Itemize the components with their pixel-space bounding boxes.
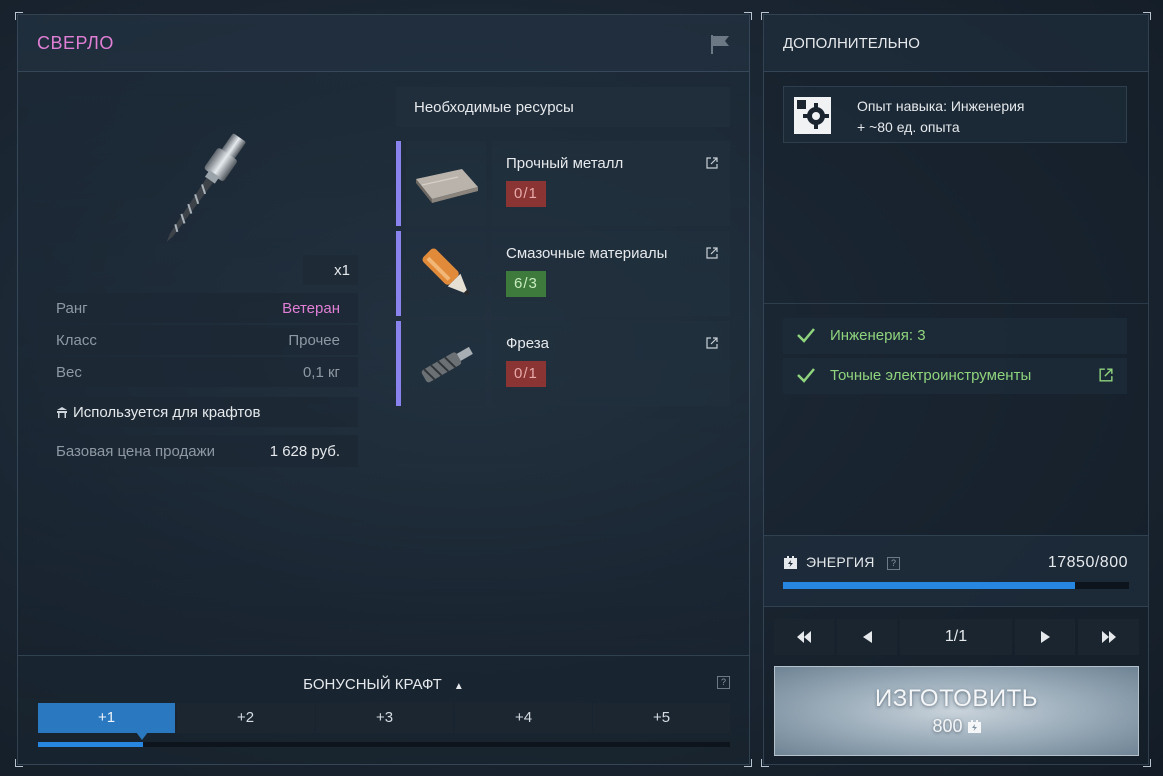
sell-price-label: Базовая цена продажи: [56, 443, 216, 460]
energy-label: ЭНЕРГИЯ: [806, 554, 875, 570]
sell-price-row: Базовая цена продажи 1 628 руб.: [38, 435, 358, 467]
item-quantity: x1: [303, 255, 358, 285]
checkmark-icon: [797, 368, 815, 383]
craft-button[interactable]: ИЗГОТОВИТЬ 800: [774, 666, 1139, 756]
requirement-label: Инженерия: 3: [830, 327, 926, 344]
energy-progress-fill: [783, 582, 1076, 589]
external-link-icon[interactable]: [706, 337, 718, 349]
engineering-gear-icon: [794, 97, 831, 134]
frame-corner: [761, 759, 769, 767]
energy-battery-icon: [967, 720, 981, 733]
flag-icon[interactable]: [709, 33, 731, 55]
skill-xp-title: Опыт навыка: Инженерия: [857, 98, 1025, 114]
resource-count-badge: 0/1: [506, 361, 546, 387]
resource-info: Фреза 0/1: [492, 321, 730, 406]
last-page-button[interactable]: [1078, 619, 1139, 655]
drill-bit-icon: [166, 133, 246, 242]
resource-name: Фреза: [506, 335, 549, 352]
next-page-button[interactable]: [1015, 619, 1075, 655]
first-page-button[interactable]: [774, 619, 834, 655]
craft-cost: 800: [775, 716, 1138, 737]
workbench-icon: [57, 407, 67, 418]
additional-info-panel: ДОПОЛНИТЕЛЬНО Опыт навыка: Инженерия + ~…: [761, 12, 1151, 767]
resource-thumb: [406, 231, 486, 316]
resource-name: Смазочные материалы: [506, 245, 668, 262]
additional-header: ДОПОЛНИТЕЛЬНО: [764, 15, 1148, 72]
bonus-craft-toggle[interactable]: БОНУСНЫЙ КРАФТ ▲: [18, 676, 749, 693]
stat-value: Ветеран: [282, 300, 340, 317]
bonus-progress-track: [38, 742, 730, 747]
skill-xp-card: Опыт навыка: Инженерия + ~80 ед. опыта: [783, 86, 1127, 143]
bonus-progress-fill: [38, 742, 143, 747]
energy-battery-icon: [784, 556, 797, 569]
energy-value: 17850/800: [1047, 554, 1128, 571]
resource-accent-bar: [396, 321, 401, 406]
stat-label: Ранг: [56, 300, 88, 317]
requirement-label: Точные электроинструменты: [830, 367, 1032, 384]
craft-item-panel: СВЕРЛО x1 Ранг Ветеран Класс Прочее Вес …: [15, 12, 752, 767]
bonus-tab[interactable]: +4: [455, 703, 592, 733]
used-for-crafts-label: Используется для крафтов: [73, 404, 261, 421]
metal-sheet-icon: [416, 169, 478, 203]
frame-corner: [1143, 759, 1151, 767]
external-link-icon[interactable]: [706, 157, 718, 169]
prev-page-button[interactable]: [837, 619, 897, 655]
resource-row[interactable]: Смазочные материалы 6/3: [396, 231, 730, 316]
double-chevron-left-icon: [797, 630, 811, 643]
page-indicator: 1/1: [900, 619, 1012, 655]
resource-info: Прочный металл 0/1: [492, 141, 730, 226]
external-link-icon[interactable]: [1099, 368, 1113, 382]
help-icon[interactable]: ?: [717, 676, 730, 689]
stat-row-rank: Ранг Ветеран: [38, 293, 358, 323]
chevron-left-icon: [862, 630, 872, 643]
resource-count-badge: 6/3: [506, 271, 546, 297]
divider: [764, 303, 1148, 304]
resource-accent-bar: [396, 231, 401, 316]
external-link-icon[interactable]: [706, 247, 718, 259]
triangle-up-icon: ▲: [453, 681, 464, 692]
energy-section: ЭНЕРГИЯ ? 17850/800: [764, 535, 1148, 607]
resource-thumb: [406, 141, 486, 226]
used-for-crafts-row[interactable]: Используется для крафтов: [38, 397, 358, 427]
stat-row-class: Класс Прочее: [38, 325, 358, 355]
resource-row[interactable]: Фреза 0/1: [396, 321, 730, 406]
lubricant-icon: [422, 248, 470, 296]
energy-progress-track: [783, 582, 1129, 589]
item-header: СВЕРЛО: [18, 15, 749, 72]
resource-thumb: [406, 321, 486, 406]
bonus-craft-title: БОНУСНЫЙ КРАФТ: [303, 676, 442, 693]
sell-price-value: 1 628 руб.: [269, 443, 340, 460]
bonus-tab[interactable]: +1: [38, 703, 175, 733]
stat-value: Прочее: [288, 332, 340, 349]
resource-accent-bar: [396, 141, 401, 226]
checkmark-icon: [797, 328, 815, 343]
item-title: СВЕРЛО: [37, 33, 114, 53]
stat-row-weight: Вес 0,1 кг: [38, 357, 358, 387]
chevron-right-icon: [1040, 630, 1050, 643]
craft-button-label: ИЗГОТОВИТЬ: [875, 685, 1038, 712]
resources-header: Необходимые ресурсы: [396, 87, 730, 127]
bonus-tab[interactable]: +2: [177, 703, 314, 733]
stat-label: Класс: [56, 332, 97, 349]
requirement-row: Инженерия: 3: [783, 318, 1127, 354]
resource-name: Прочный металл: [506, 155, 624, 172]
bonus-craft-section: БОНУСНЫЙ КРАФТ ▲ ? +1 +2 +3 +4 +5: [18, 655, 749, 764]
pager: 1/1: [774, 619, 1139, 655]
help-icon[interactable]: ?: [887, 557, 900, 570]
skill-xp-amount: + ~80 ед. опыта: [857, 119, 960, 135]
resource-info: Смазочные материалы 6/3: [492, 231, 730, 316]
stat-value: 0,1 кг: [302, 364, 340, 381]
bonus-tab[interactable]: +3: [316, 703, 453, 733]
bonus-tabs: +1 +2 +3 +4 +5: [38, 703, 730, 740]
requirement-row[interactable]: Точные электроинструменты: [783, 358, 1127, 394]
bonus-tab[interactable]: +5: [593, 703, 730, 733]
tab-pointer-icon: [136, 732, 148, 740]
milling-cutter-icon: [421, 346, 473, 383]
stat-label: Вес: [56, 364, 82, 381]
additional-title: ДОПОЛНИТЕЛЬНО: [783, 35, 920, 52]
resource-row[interactable]: Прочный металл 0/1: [396, 141, 730, 226]
craft-cost-value: 800: [932, 716, 963, 736]
double-chevron-right-icon: [1101, 630, 1116, 643]
resource-count-badge: 0/1: [506, 181, 546, 207]
